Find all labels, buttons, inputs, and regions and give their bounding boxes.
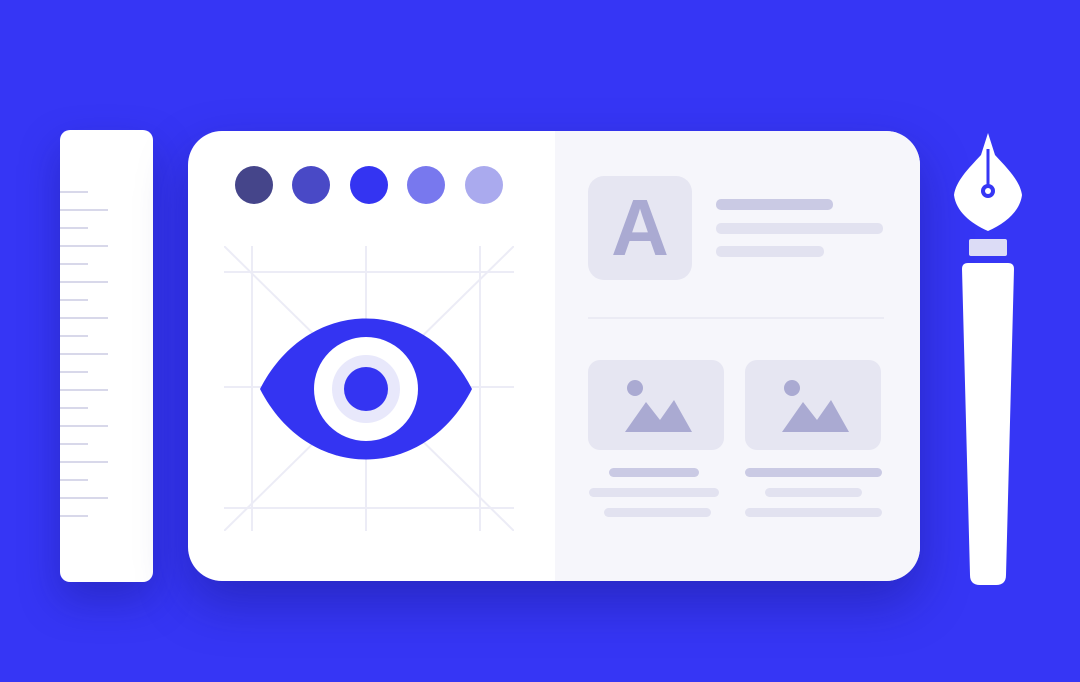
image-icon: [625, 380, 692, 432]
color-swatch: [465, 166, 503, 204]
fountain-pen-icon: [954, 133, 1022, 585]
caption-line: [609, 468, 699, 477]
caption-line: [589, 488, 719, 497]
typography-letter: A: [611, 183, 669, 272]
text-line: [716, 199, 833, 210]
caption-line: [745, 508, 882, 517]
color-swatch: [235, 166, 273, 204]
image-icon: [782, 380, 849, 432]
caption-line: [765, 488, 862, 497]
color-swatch: [350, 166, 388, 204]
typography-tile: A: [588, 176, 692, 280]
design-illustration: A: [0, 0, 1080, 682]
divider: [588, 317, 884, 319]
color-swatch: [292, 166, 330, 204]
text-line: [716, 223, 883, 234]
image-placeholder: [588, 360, 724, 450]
caption-line: [604, 508, 711, 517]
eye-icon: [260, 318, 472, 460]
caption-line: [745, 468, 882, 477]
text-line: [716, 246, 824, 257]
image-placeholder: [745, 360, 881, 450]
design-card: A: [188, 131, 920, 581]
color-swatch: [407, 166, 445, 204]
ruler-icon: [60, 130, 153, 582]
